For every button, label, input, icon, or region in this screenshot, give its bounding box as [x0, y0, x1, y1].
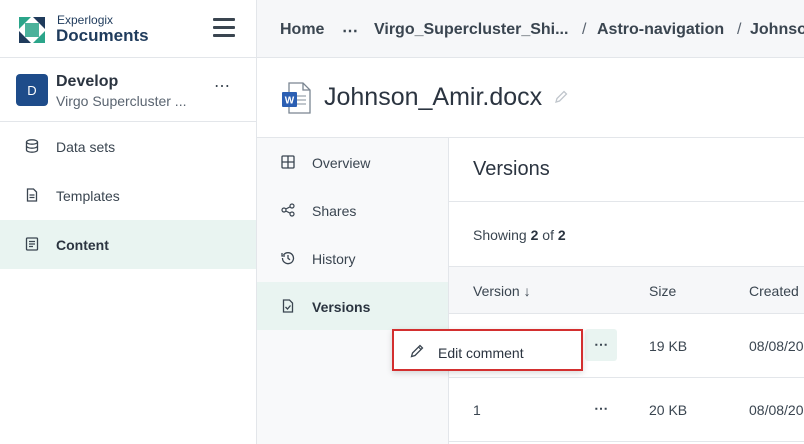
- document-subnav: Overview Shares History Versions: [257, 138, 449, 444]
- divider: [449, 201, 804, 202]
- edit-title-pencil-icon[interactable]: [554, 90, 568, 104]
- size-cell: 19 KB: [649, 338, 688, 354]
- showing-prefix: Showing: [473, 227, 527, 243]
- brand-name-bottom: Documents: [56, 26, 149, 45]
- tab-history[interactable]: History: [257, 234, 448, 282]
- breadcrumb-folder-johnson[interactable]: Johnson: [750, 21, 804, 39]
- tab-label: History: [312, 251, 356, 267]
- sidebar-item-templates[interactable]: Templates: [0, 171, 256, 220]
- row-more-button[interactable]: ⋯: [585, 393, 617, 425]
- breadcrumb-folder-astro[interactable]: Astro-navigation: [597, 21, 724, 39]
- breadcrumb-ellipsis[interactable]: ⋯: [342, 21, 358, 41]
- workspace-selector[interactable]: D Develop Virgo Supercluster ... ⋯: [0, 58, 256, 122]
- document-icon: [26, 188, 38, 202]
- showing-count: 2: [530, 227, 539, 243]
- tab-versions[interactable]: Versions: [257, 282, 448, 330]
- workspace-avatar: D: [16, 74, 48, 106]
- showing-of: of: [542, 227, 554, 243]
- tab-label: Overview: [312, 155, 371, 171]
- versions-panel: Versions Showing 2 of 2 Version ↓ Size C…: [449, 138, 804, 444]
- page-title: Johnson_Amir.docx: [324, 83, 543, 111]
- word-icon: W: [282, 82, 311, 114]
- brand-header: Experlogix Documents: [0, 0, 256, 58]
- breadcrumb-home[interactable]: Home: [280, 21, 324, 39]
- history-icon: [281, 252, 295, 265]
- svg-text:W: W: [285, 96, 295, 107]
- breadcrumb-folder-virgo[interactable]: Virgo_Supercluster_Shi...: [374, 21, 568, 39]
- workspace-name: Develop: [56, 73, 119, 90]
- size-cell: 20 KB: [649, 402, 688, 418]
- sidebar-item-label: Content: [56, 236, 109, 253]
- tab-overview[interactable]: Overview: [257, 138, 448, 186]
- created-cell: 08/08/20: [749, 338, 804, 354]
- row-more-button[interactable]: ⋯: [585, 329, 617, 361]
- document-header: W Johnson_Amir.docx: [257, 58, 804, 138]
- showing-total: 2: [557, 227, 566, 243]
- table-row: 1 ⋯ 20 KB 08/08/20: [449, 378, 804, 442]
- sidebar-item-data-sets[interactable]: Data sets: [0, 122, 256, 171]
- sidebar-item-content[interactable]: Content: [0, 220, 256, 269]
- column-header-size[interactable]: Size: [649, 283, 676, 299]
- breadcrumb-separator: /: [737, 21, 742, 38]
- sidebar: Experlogix Documents D Develop Virgo Sup…: [0, 0, 257, 444]
- column-header-created[interactable]: Created: [749, 283, 799, 299]
- grid-icon: [281, 155, 295, 169]
- brand-name-top: Experlogix: [57, 13, 114, 27]
- breadcrumb-separator: /: [582, 21, 587, 38]
- tab-shares[interactable]: Shares: [257, 186, 448, 234]
- table-header: Version ↓ Size Created: [449, 266, 804, 314]
- breadcrumb: Home ⋯ Virgo_Supercluster_Shi... / Astro…: [257, 0, 804, 58]
- tab-label: Versions: [312, 299, 371, 315]
- workspace-more-button[interactable]: ⋯: [214, 76, 231, 96]
- versions-icon: [282, 299, 294, 313]
- version-cell: 1: [473, 402, 481, 418]
- experlogix-logo: [19, 17, 45, 43]
- column-header-version[interactable]: Version ↓: [473, 283, 531, 299]
- menu-item-label: Edit comment: [438, 345, 524, 361]
- pencil-icon: [410, 344, 424, 358]
- tab-label: Shares: [312, 203, 357, 219]
- section-title: Versions: [473, 158, 550, 180]
- hamburger-menu-icon[interactable]: [213, 18, 235, 38]
- edit-comment-menu-item[interactable]: Edit comment: [392, 329, 583, 371]
- result-count: Showing 2 of 2: [473, 227, 566, 243]
- workspace-subtitle: Virgo Supercluster ...: [56, 93, 187, 109]
- database-icon: [25, 139, 39, 153]
- content-icon: [25, 237, 39, 251]
- created-cell: 08/08/20: [749, 402, 804, 418]
- sidebar-item-label: Templates: [56, 187, 120, 204]
- share-icon: [281, 203, 295, 217]
- sidebar-item-label: Data sets: [56, 138, 116, 155]
